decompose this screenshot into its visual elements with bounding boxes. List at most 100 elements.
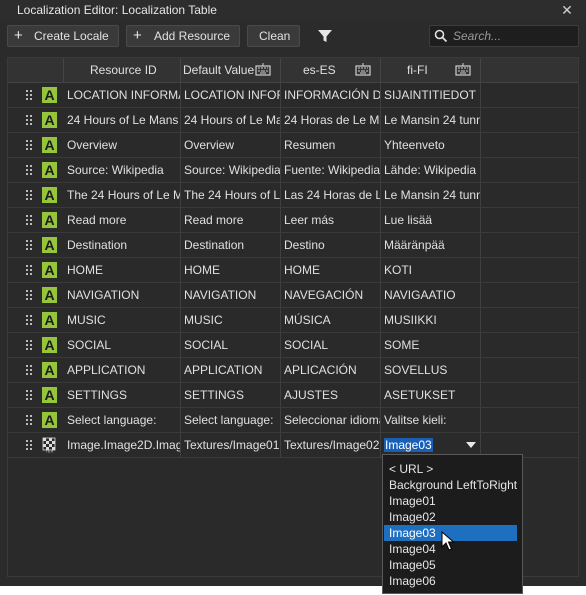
cell-fi-fi[interactable]: Lähde: Wikipedia: [381, 158, 481, 182]
table-row[interactable]: A Select language: Select language: Selecci…: [8, 408, 578, 433]
drag-handle-icon[interactable]: [26, 90, 32, 100]
cell-default-value[interactable]: SETTINGS: [181, 383, 281, 407]
cell-resource-id[interactable]: NAVIGATION: [64, 283, 181, 307]
dropdown-option[interactable]: Image06: [384, 573, 517, 589]
add-resource-button[interactable]: + Add Resource: [126, 25, 240, 47]
dropdown-option[interactable]: Image02: [384, 509, 517, 525]
cell-fi-fi[interactable]: Määränpää: [381, 233, 481, 257]
cell-resource-id[interactable]: HOME: [64, 258, 181, 282]
cell-resource-id[interactable]: SETTINGS: [64, 383, 181, 407]
cell-resource-id[interactable]: LOCATION INFORMATION: [64, 83, 181, 107]
cell-resource-id[interactable]: 24 Hours of Le Mans: [64, 108, 181, 132]
drag-handle-icon[interactable]: [26, 240, 32, 250]
cell-default-value[interactable]: SOCIAL: [181, 333, 281, 357]
table-row[interactable]: A NAVIGATION NAVIGATION NAVEGACIÓN NAVIGAATI…: [8, 283, 578, 308]
drag-handle-icon[interactable]: [26, 340, 32, 350]
cell-default-value[interactable]: MUSIC: [181, 308, 281, 332]
drag-handle-icon[interactable]: [26, 190, 32, 200]
drag-handle-icon[interactable]: [26, 365, 32, 375]
filter-icon[interactable]: [316, 28, 334, 44]
cell-es-es[interactable]: SOCIAL: [281, 333, 381, 357]
cell-resource-id[interactable]: MUSIC: [64, 308, 181, 332]
cell-fi-fi[interactable]: SOVELLUS: [381, 358, 481, 382]
table-row[interactable]: A MUSIC MUSIC MÚSICA MUSIIKKI: [8, 308, 578, 333]
cell-es-es[interactable]: MÚSICA: [281, 308, 381, 332]
cell-fi-fi[interactable]: NAVIGAATIO: [381, 283, 481, 307]
cell-default-value[interactable]: Source: Wikipedia: [181, 158, 281, 182]
search-input[interactable]: Search...: [429, 25, 579, 47]
cell-resource-id[interactable]: SOCIAL: [64, 333, 181, 357]
drag-handle-icon[interactable]: [26, 140, 32, 150]
cell-es-es[interactable]: Fuente: Wikipedia: [281, 158, 381, 182]
cell-es-es[interactable]: AJUSTES: [281, 383, 381, 407]
header-es-es[interactable]: es-ES: [281, 58, 381, 82]
table-row[interactable]: A LOCATION INFORMATIONLOCATION INFORMATIO…: [8, 83, 578, 108]
cell-default-value[interactable]: Select language:: [181, 408, 281, 432]
cell-default-value[interactable]: The 24 Hours of Le Mans: [181, 183, 281, 207]
drag-handle-icon[interactable]: [26, 440, 32, 450]
cell-resource-id[interactable]: Source: Wikipedia: [64, 158, 181, 182]
cell-fi-fi[interactable]: Le Mansin 24 tunnin ajo: [381, 183, 481, 207]
cell-fi-fi[interactable]: SIJAINTITIEDOT: [381, 83, 481, 107]
cell-fi-fi[interactable]: KOTI: [381, 258, 481, 282]
header-default-value[interactable]: Default Value: [181, 58, 281, 82]
cell-resource-id[interactable]: Overview: [64, 133, 181, 157]
cell-default-value[interactable]: HOME: [181, 258, 281, 282]
cell-resource-id[interactable]: Destination: [64, 233, 181, 257]
cell-resource-id[interactable]: APPLICATION: [64, 358, 181, 382]
table-row[interactable]: A Destination Destination Destino Määränpää: [8, 233, 578, 258]
table-row[interactable]: A Source: Wikipedia Source: Wikipedia Fuent…: [8, 158, 578, 183]
table-row[interactable]: A APPLICATION APPLICATION APLICACIÓN SOVELLU…: [8, 358, 578, 383]
cell-es-es[interactable]: Textures/Image02: [281, 433, 381, 457]
cell-resource-id[interactable]: The 24 Hours of Le Mans: [64, 183, 181, 207]
cell-fi-fi[interactable]: ASETUKSET: [381, 383, 481, 407]
cell-es-es[interactable]: NAVEGACIÓN: [281, 283, 381, 307]
cell-fi-fi[interactable]: Yhteenveto: [381, 133, 481, 157]
cell-default-value[interactable]: Read more: [181, 208, 281, 232]
cell-es-es[interactable]: Las 24 Horas de Le Mans: [281, 183, 381, 207]
drag-handle-icon[interactable]: [26, 290, 32, 300]
drag-handle-icon[interactable]: [26, 265, 32, 275]
cell-es-es[interactable]: INFORMACIÓN DE UBICACIÓN: [281, 83, 381, 107]
chevron-down-icon[interactable]: [466, 442, 476, 448]
dropdown-option[interactable]: Image05: [384, 557, 517, 573]
table-row[interactable]: A24 Hours of Le Mans24 Hours of Le Mans2…: [8, 108, 578, 133]
cell-fi-fi[interactable]: Lue lisää: [381, 208, 481, 232]
cell-default-value[interactable]: LOCATION INFORMATION: [181, 83, 281, 107]
table-row[interactable]: A SOCIAL SOCIAL SOCIAL SOME: [8, 333, 578, 358]
dropdown-option[interactable]: Background LeftToRight: [384, 477, 517, 493]
cell-es-es[interactable]: Seleccionar idioma:: [281, 408, 381, 432]
drag-handle-icon[interactable]: [26, 115, 32, 125]
dropdown-option[interactable]: Image01: [384, 493, 517, 509]
table-row[interactable]: A Overview Overview Resumen Yhteenveto: [8, 133, 578, 158]
cell-default-value[interactable]: APPLICATION: [181, 358, 281, 382]
header-fi-fi[interactable]: fi-FI: [381, 58, 481, 82]
create-locale-button[interactable]: + Create Locale: [7, 25, 119, 47]
clean-button[interactable]: Clean: [247, 25, 300, 47]
table-row[interactable]: A The 24 Hours of Le MansThe 24 Hours of …: [8, 183, 578, 208]
selected-image-value[interactable]: Image03: [384, 438, 433, 452]
cell-fi-fi[interactable]: SOME: [381, 333, 481, 357]
drag-handle-icon[interactable]: [26, 390, 32, 400]
cell-fi-fi[interactable]: MUSIIKKI: [381, 308, 481, 332]
cell-default-value[interactable]: 24 Hours of Le Mans: [181, 108, 281, 132]
cell-es-es[interactable]: Destino: [281, 233, 381, 257]
cell-es-es[interactable]: HOME: [281, 258, 381, 282]
drag-handle-icon[interactable]: [26, 415, 32, 425]
image-select-dropdown[interactable]: < URL > Background LeftToRight Image01 Imag…: [382, 454, 523, 594]
cell-fi-fi[interactable]: Valitse kieli:: [381, 408, 481, 432]
cell-default-value[interactable]: NAVIGATION: [181, 283, 281, 307]
cell-es-es[interactable]: 24 Horas de Le Mans: [281, 108, 381, 132]
cell-resource-id[interactable]: Read more: [64, 208, 181, 232]
cell-es-es[interactable]: Leer más: [281, 208, 381, 232]
cell-default-value[interactable]: Destination: [181, 233, 281, 257]
close-icon[interactable]: ✕: [558, 1, 576, 19]
table-row[interactable]: A SETTINGS SETTINGS AJUSTES ASETUKSET: [8, 383, 578, 408]
cell-default-value[interactable]: Overview: [181, 133, 281, 157]
table-row[interactable]: A Read more Read more Leer más Lue lisää: [8, 208, 578, 233]
cell-es-es[interactable]: APLICACIÓN: [281, 358, 381, 382]
cell-fi-fi[interactable]: Le Mansin 24 tunnin ajo: [381, 108, 481, 132]
header-resource-id[interactable]: Resource ID: [64, 58, 181, 82]
cell-resource-id[interactable]: Select language:: [64, 408, 181, 432]
cell-es-es[interactable]: Resumen: [281, 133, 381, 157]
